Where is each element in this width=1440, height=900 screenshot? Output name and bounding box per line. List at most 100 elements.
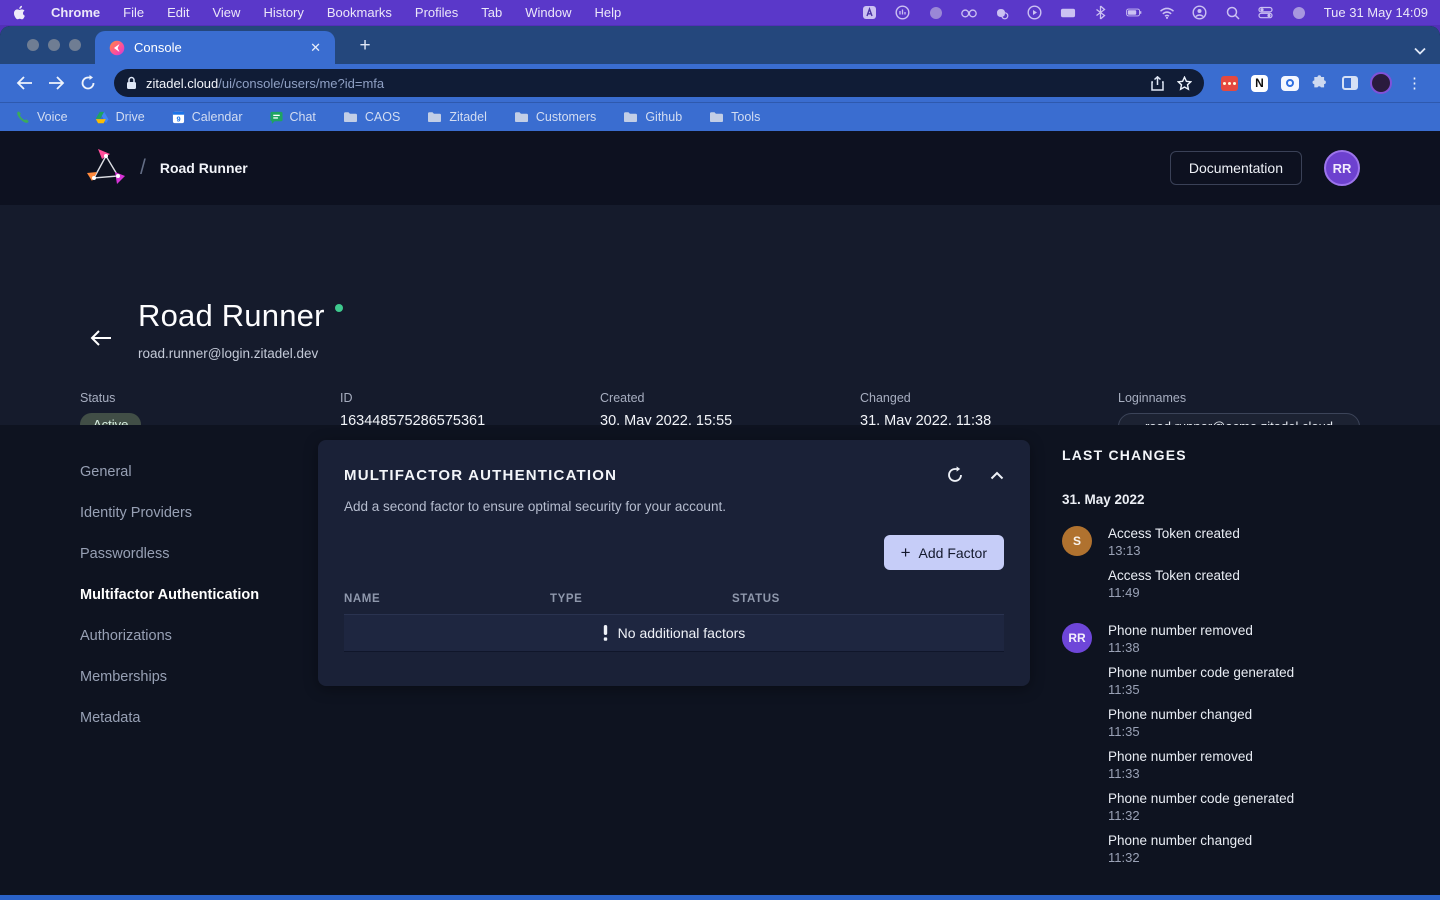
back-icon[interactable]: [10, 69, 38, 97]
change-event: Phone number removed 11:33: [1108, 749, 1294, 781]
plus-icon: +: [901, 544, 911, 561]
menu-history[interactable]: History: [263, 5, 303, 20]
nav-memberships[interactable]: Memberships: [80, 656, 259, 697]
apple-menu-icon[interactable]: [12, 5, 28, 21]
column-type: TYPE: [550, 593, 732, 605]
change-event: Phone number code generated 11:35: [1108, 665, 1294, 697]
nav-identity-providers[interactable]: Identity Providers: [80, 492, 259, 533]
address-bar[interactable]: zitadel.cloud/ui/console/users/me?id=mfa: [114, 69, 1204, 97]
menu-chrome[interactable]: Chrome: [51, 5, 100, 20]
change-event: Access Token created 13:13: [1108, 526, 1240, 558]
mfa-description: Add a second factor to ensure optimal se…: [344, 499, 1004, 514]
change-event: Phone number changed 11:32: [1108, 833, 1294, 865]
section-nav: General Identity Providers Passwordless …: [80, 451, 259, 738]
id-label: ID: [340, 391, 600, 405]
bookmark-drive[interactable]: Drive: [95, 110, 145, 124]
bookmark-calendar[interactable]: 9 Calendar: [172, 110, 243, 124]
breadcrumb[interactable]: Road Runner: [160, 160, 248, 176]
puzzle-extensions-icon[interactable]: [1310, 74, 1329, 93]
change-group: RR Phone number removed 11:38 Phone numb…: [1062, 623, 1392, 875]
app-status-icon[interactable]: [862, 5, 878, 21]
menu-profiles[interactable]: Profiles: [415, 5, 458, 20]
user-circle-status-icon[interactable]: [1192, 5, 1208, 21]
loginnames-label: Loginnames: [1118, 391, 1360, 405]
window-bottom-edge: [0, 895, 1440, 900]
play-circle-status-icon[interactable]: [1027, 5, 1043, 21]
keyboard-status-icon[interactable]: [1060, 5, 1076, 21]
equalizer-status-icon[interactable]: [895, 5, 911, 21]
tab-console[interactable]: Console ✕: [95, 31, 335, 64]
notion-extension-icon[interactable]: N: [1250, 74, 1269, 93]
close-window-button[interactable]: [27, 39, 39, 51]
wifi-status-icon[interactable]: [1159, 5, 1175, 21]
menu-view[interactable]: View: [212, 5, 240, 20]
menu-tab[interactable]: Tab: [481, 5, 502, 20]
drive-icon: [95, 111, 109, 124]
menu-help[interactable]: Help: [595, 5, 622, 20]
share-icon[interactable]: [1151, 76, 1164, 91]
reload-icon[interactable]: [74, 69, 102, 97]
bookmark-folder-customers[interactable]: Customers: [514, 110, 596, 124]
created-label: Created: [600, 391, 860, 405]
url-text: zitadel.cloud/ui/console/users/me?id=mfa: [146, 76, 1151, 91]
tab-title: Console: [134, 40, 306, 55]
adblock-extension-icon[interactable]: [1220, 74, 1239, 93]
refresh-icon[interactable]: [946, 466, 964, 484]
battery-status-icon[interactable]: [1126, 5, 1142, 21]
zoom-window-button[interactable]: [69, 39, 81, 51]
menu-window[interactable]: Window: [525, 5, 571, 20]
last-changes-panel: LAST CHANGES 31. May 2022 S Access Token…: [1062, 447, 1392, 900]
nav-authorizations[interactable]: Authorizations: [80, 615, 259, 656]
column-name: NAME: [344, 593, 550, 605]
forward-icon[interactable]: [42, 69, 70, 97]
side-panel-icon[interactable]: [1340, 74, 1359, 93]
menu-file[interactable]: File: [123, 5, 144, 20]
new-tab-button[interactable]: +: [352, 33, 378, 59]
back-arrow-icon[interactable]: [90, 329, 112, 347]
hand-status-icon[interactable]: [994, 5, 1010, 21]
chrome-profile-avatar[interactable]: [1370, 72, 1392, 94]
menubar-clock[interactable]: Tue 31 May 14:09: [1324, 5, 1428, 20]
documentation-button[interactable]: Documentation: [1170, 151, 1302, 185]
add-factor-button[interactable]: +Add Factor: [884, 535, 1004, 570]
mfa-card: MULTIFACTOR AUTHENTICATION Add a second …: [318, 440, 1030, 686]
user-avatar[interactable]: RR: [1324, 150, 1360, 186]
chrome-menu-icon[interactable]: ⋮: [1407, 74, 1422, 92]
control-center-icon[interactable]: [1258, 5, 1274, 21]
zitadel-logo[interactable]: [84, 146, 128, 190]
bookmark-folder-github[interactable]: Github: [623, 110, 682, 124]
change-event: Phone number code generated 11:32: [1108, 791, 1294, 823]
bluetooth-status-icon[interactable]: [1093, 5, 1109, 21]
tab-search-icon[interactable]: [1414, 47, 1426, 55]
menu-bookmarks[interactable]: Bookmarks: [327, 5, 392, 20]
folder-icon: [709, 111, 724, 123]
bookmark-chat[interactable]: Chat: [270, 110, 316, 124]
browser-toolbar: zitadel.cloud/ui/console/users/me?id=mfa…: [0, 64, 1440, 102]
spotlight-search-icon[interactable]: [1225, 5, 1241, 21]
nav-general[interactable]: General: [80, 451, 259, 492]
bookmark-folder-zitadel[interactable]: Zitadel: [427, 110, 487, 124]
bookmark-folder-caos[interactable]: CAOS: [343, 110, 400, 124]
chat-icon: [270, 111, 283, 124]
bookmarks-bar: Voice Drive 9 Calendar Chat CAOS Zitadel…: [0, 102, 1440, 131]
collapse-chevron-icon[interactable]: [990, 471, 1004, 480]
exclamation-icon: [603, 625, 608, 641]
siri-status-icon[interactable]: [1291, 5, 1307, 21]
nav-multifactor-authentication[interactable]: Multifactor Authentication: [80, 574, 259, 615]
minimize-window-button[interactable]: [48, 39, 60, 51]
bookmark-star-icon[interactable]: [1177, 76, 1192, 91]
nav-metadata[interactable]: Metadata: [80, 697, 259, 738]
mfa-table-header: NAME TYPE STATUS: [344, 593, 1004, 605]
status-label: Status: [80, 391, 340, 405]
blob-status-icon[interactable]: [928, 5, 944, 21]
tab-close-icon[interactable]: ✕: [306, 40, 325, 56]
bookmark-voice[interactable]: Voice: [16, 110, 68, 124]
binoculars-status-icon[interactable]: [961, 5, 977, 21]
bookmark-folder-tools[interactable]: Tools: [709, 110, 760, 124]
change-group: S Access Token created 13:13 Access Toke…: [1062, 526, 1392, 610]
nav-passwordless[interactable]: Passwordless: [80, 533, 259, 574]
recorder-extension-icon[interactable]: [1280, 74, 1299, 93]
phone-icon: [16, 110, 30, 124]
menu-edit[interactable]: Edit: [167, 5, 189, 20]
mfa-card-title: MULTIFACTOR AUTHENTICATION: [344, 467, 920, 484]
